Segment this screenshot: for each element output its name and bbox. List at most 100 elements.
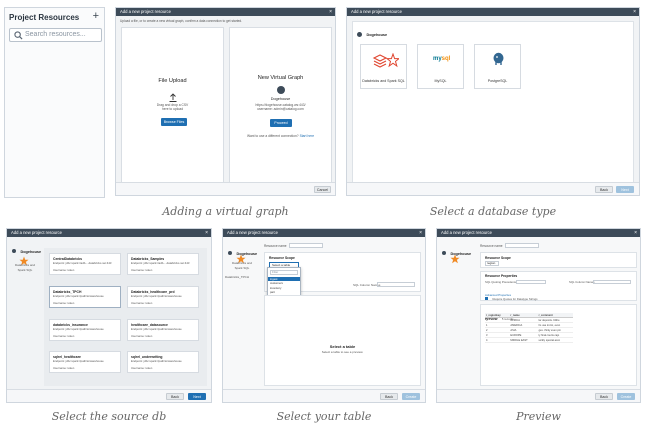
dialog-footer: Back Next: [347, 182, 639, 195]
resource-name-label: Resource name: [264, 244, 287, 248]
resource-scope-label: Resource Scope: [485, 256, 511, 260]
create-button[interactable]: Create: [617, 393, 635, 400]
caption-preview: Preview: [516, 410, 561, 423]
dialog-title: Add a new project resource: [227, 230, 278, 235]
search-placeholder: Search resources...: [25, 31, 86, 38]
tile-mysql[interactable]: mysql MySQL: [417, 44, 464, 89]
dbtype-dialog: Add a new project resource × Dogehouse D…: [346, 7, 640, 196]
upload-icon: [168, 90, 178, 102]
sidebar-label: Databricks and Spark SQL: [231, 261, 252, 270]
properties-box: Resource Properties SQL Quoting Preceden…: [480, 271, 637, 301]
close-icon[interactable]: ×: [419, 229, 422, 237]
dialog-header: Add a new project resource ×: [116, 8, 335, 16]
cancel-button[interactable]: Cancel: [314, 186, 331, 193]
back-button[interactable]: Back: [380, 393, 398, 400]
dialog-header: Add a new project resource ×: [7, 229, 211, 237]
resource-name-input[interactable]: [505, 243, 539, 248]
dogehouse-icon: [357, 32, 362, 38]
caption-source-db: Select the source db: [51, 410, 167, 423]
dialog-footer: Cancel: [116, 182, 335, 195]
project-resources-panel: Project Resources + Search resources...: [4, 7, 105, 198]
tile-label: MySQL: [434, 78, 447, 83]
table-cell: 4: [485, 337, 510, 343]
virtual-graph-source-detail: https://dogehouse.catalog.ws:443/ userna…: [255, 103, 306, 112]
list-item[interactable]: Databricks_healthcare_prd Endpoint: jdbc:…: [127, 286, 199, 308]
caption-select-table: Select your table: [276, 410, 372, 423]
close-icon[interactable]: ×: [205, 229, 208, 237]
preview-table: r_regionkey r_name r_comment 0 AFRICA lar dep…: [485, 313, 573, 343]
caption-virtual-graph: Adding a virtual graph: [162, 205, 289, 218]
sidebar-databricks[interactable]: [442, 251, 470, 264]
tile-label: Databricks and Spark SQL: [362, 78, 405, 83]
sourcedb-dialog: Add a new project resource × Dogehouse D…: [6, 228, 212, 403]
table-cell: uickly special acco: [537, 337, 573, 343]
scope-value[interactable]: region: [485, 261, 499, 266]
resource-name-input[interactable]: [289, 243, 323, 248]
file-upload-card[interactable]: File Upload Drag and drop a CSV here to …: [121, 27, 224, 183]
source-grid: CentralDatabricks Endpoint: jdbc:spark://…: [44, 248, 207, 386]
virtual-graph-footer: Want to use a different connection? Star…: [230, 134, 331, 138]
caption-database-type: Select a database type: [429, 205, 557, 218]
item-username: Username: token: [131, 334, 153, 338]
panel-title: Project Resources: [9, 13, 80, 22]
back-button[interactable]: Back: [595, 393, 613, 400]
preview-area: Select a table Select a table to see a p…: [264, 295, 421, 386]
virtual-graph-footer-text: Want to use a different connection?: [246, 134, 299, 138]
start-here-link[interactable]: Start here: [300, 134, 314, 138]
list-item[interactable]: databricks_insurance Endpoint: jdbc:spark…: [49, 319, 121, 341]
list-item[interactable]: sqlrel_healthcare Endpoint: jdbc:spark://…: [49, 351, 121, 373]
tile-databricks[interactable]: Databricks and Spark SQL: [360, 44, 407, 89]
dialog-header: Add a new project resource ×: [437, 229, 640, 237]
dialog-title: Add a new project resource: [11, 230, 62, 235]
sidebar-label: Databricks and Spark SQL: [14, 263, 35, 272]
checkbox-label: Require Quotes for Datatype Strings: [492, 297, 538, 301]
upload-dialog: Add a new project resource × Upload a fi…: [115, 7, 336, 196]
item-username: Username: token: [53, 301, 75, 305]
preview-box: Preview 5 records r_regionkey r_name r_com…: [480, 304, 637, 386]
item-username: Username: token: [53, 366, 75, 370]
item-endpoint: Endpoint: jdbc:spark://path/to/warehouse: [131, 359, 182, 363]
tile-postgresql[interactable]: PostgreSQL: [474, 44, 521, 89]
item-endpoint: Endpoint: jdbc:spark://adb-...databricks…: [131, 261, 190, 265]
create-button[interactable]: Create: [402, 393, 420, 400]
proceed-button[interactable]: Proceed: [270, 119, 292, 127]
back-button[interactable]: Back: [166, 393, 184, 400]
file-upload-hint: Drag and drop a CSV here to upload: [156, 103, 189, 112]
list-item[interactable]: Databricks_TPCH Endpoint: jdbc:spark://pa…: [49, 286, 121, 308]
table-cell: MIDDLE EAST: [509, 337, 538, 343]
list-item[interactable]: sqlrel_underwriting Endpoint: jdbc:spark:…: [127, 351, 199, 373]
dialog-footer: Back Next: [7, 389, 211, 402]
sql-quoting-label: SQL Quoting Precedence: [485, 280, 517, 284]
item-endpoint: Endpoint: jdbc:spark://path/to/warehouse: [53, 327, 104, 331]
source-row: Dogehouse: [357, 26, 387, 44]
list-item[interactable]: Databricks_Samples Endpoint: jdbc:spark:/…: [127, 253, 199, 275]
file-upload-heading: File Upload: [158, 78, 187, 84]
sql-quoting-input[interactable]: [516, 280, 546, 284]
browse-files-button[interactable]: Browse Files: [161, 118, 187, 126]
item-endpoint: Endpoint: jdbc:spark://path/to/warehouse: [131, 327, 182, 331]
dialog-header: Add a new project resource ×: [347, 8, 639, 16]
sql-column-input[interactable]: [377, 282, 415, 287]
item-endpoint: Endpoint: jdbc:spark://adb-...databricks…: [53, 261, 112, 265]
databricks-icon: [450, 251, 460, 264]
sql-column-input[interactable]: [593, 280, 631, 284]
back-button[interactable]: Back: [595, 186, 613, 193]
dialog-title: Add a new project resource: [120, 9, 171, 14]
virtual-graph-card[interactable]: New Virtual Graph Dogehouse https://doge…: [229, 27, 332, 183]
close-icon[interactable]: ×: [633, 8, 636, 16]
list-item[interactable]: healthcare_datasource Endpoint: jdbc:spar…: [127, 319, 199, 341]
close-icon[interactable]: ×: [634, 229, 637, 237]
next-button[interactable]: Next: [616, 186, 634, 193]
list-item[interactable]: CentralDatabricks Endpoint: jdbc:spark://…: [49, 253, 121, 275]
connection-name: Databricks_TPCH: [225, 275, 250, 279]
virtual-graph-heading: New Virtual Graph: [257, 75, 304, 81]
close-icon[interactable]: ×: [329, 8, 332, 16]
search-input[interactable]: Search resources...: [9, 28, 102, 42]
sidebar-databricks[interactable]: Databricks and Spark SQL: [11, 253, 39, 272]
item-endpoint: Endpoint: jdbc:spark://path/to/warehouse: [53, 359, 104, 363]
sidebar-databricks[interactable]: Databricks and Spark SQL: [228, 251, 256, 270]
filter-input[interactable]: Filter: [270, 270, 298, 275]
next-button[interactable]: Next: [188, 393, 206, 400]
advanced-properties-link[interactable]: Advanced Properties: [485, 293, 511, 298]
plus-icon[interactable]: +: [93, 10, 99, 22]
